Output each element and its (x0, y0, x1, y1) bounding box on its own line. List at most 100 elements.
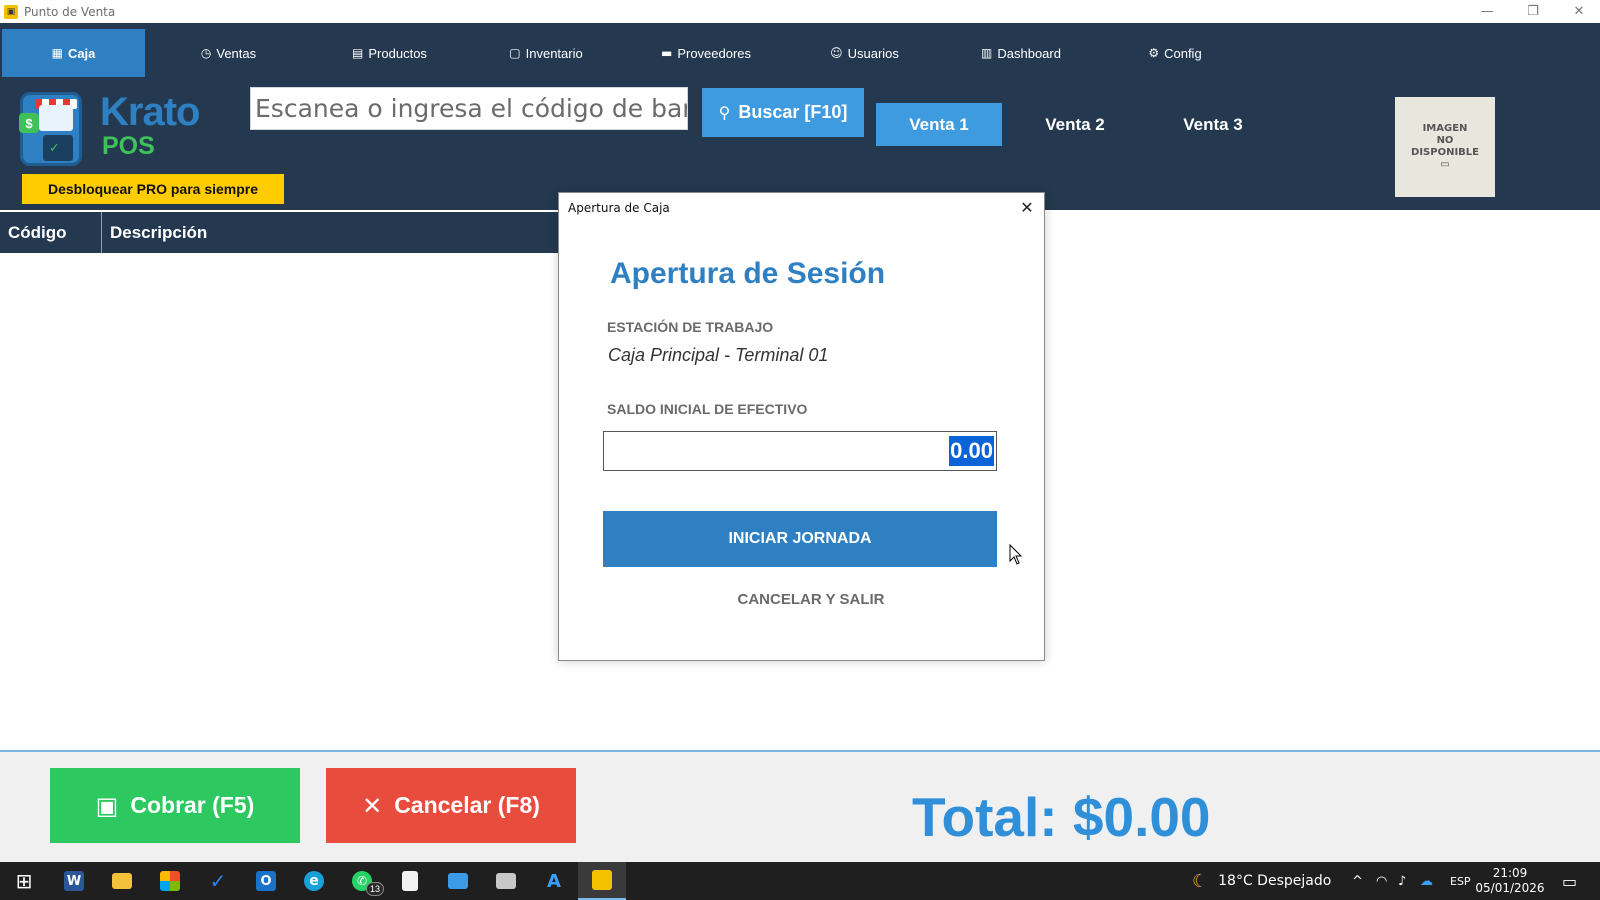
volume-button[interactable]: ♪ (1398, 862, 1406, 900)
brand-name: Krato (100, 90, 200, 134)
photos-icon (496, 873, 516, 889)
taskbar-app-punto-de-venta[interactable] (578, 862, 626, 900)
windows-taskbar: ⊞ W ✓ O e ✆ 13 A ☾ 18°C Despejado ^ ◠ ♪ … (0, 862, 1600, 900)
barcode-search-input[interactable]: Escanea o ingresa el código de bar... (250, 87, 688, 130)
cobrar-label: Cobrar (F5) (130, 792, 255, 818)
taskbar-app-azure[interactable]: A (530, 862, 578, 900)
tab-label: Productos (368, 45, 427, 61)
product-image-placeholder: IMAGEN NO DISPONIBLE ▭ (1395, 97, 1495, 197)
taskbar-app-todo[interactable]: ✓ (194, 862, 242, 900)
taskbar-app-remote-desktop[interactable] (434, 862, 482, 900)
network-button[interactable]: ◠ (1376, 862, 1387, 900)
pos-terminal-icon: $ ✓ (19, 92, 82, 166)
taskbar-app-notepad[interactable] (386, 862, 434, 900)
initial-cash-input[interactable]: 0.00 (603, 431, 997, 471)
pos-window: ▣ Punto de Venta — ❐ ✕ ▦ Caja ◷ Ventas ▤… (0, 0, 1600, 900)
file-explorer-icon (112, 873, 132, 889)
tab-dashboard[interactable]: ▥ Dashboard (942, 29, 1100, 77)
gear-icon: ⚙ (1148, 46, 1160, 60)
apertura-caja-dialog: Apertura de Caja ✕ Apertura de Sesión ES… (558, 192, 1045, 661)
restore-button[interactable]: ❐ (1510, 0, 1556, 23)
users-icon: ☺ (830, 46, 843, 60)
column-header-codigo[interactable]: Código (0, 212, 102, 253)
tab-label: Ventas (216, 45, 257, 61)
onedrive-button[interactable]: ☁ (1420, 862, 1433, 900)
taskbar-app-explorer[interactable] (98, 862, 146, 900)
station-label: ESTACIÓN DE TRABAJO (607, 319, 774, 335)
tab-label: Config (1164, 45, 1202, 61)
no-image-text: IMAGEN (1422, 123, 1468, 134)
cancelar-button[interactable]: ✕ Cancelar (F8) (326, 768, 576, 843)
cobrar-button[interactable]: ▣ Cobrar (F5) (50, 768, 300, 843)
taskbar-app-edge[interactable]: e (290, 862, 338, 900)
tab-venta-1[interactable]: Venta 1 (876, 103, 1002, 146)
close-window-button[interactable]: ✕ (1556, 0, 1600, 23)
taskbar-app-word[interactable]: W (50, 862, 98, 900)
sale-grid-header: Código Descripción (0, 212, 560, 253)
tab-label: Inventario (525, 45, 583, 61)
weather-widget[interactable]: ☾ 18°C Despejado (1192, 862, 1331, 900)
chevron-up-icon: ^ (1352, 873, 1363, 889)
tab-inventario[interactable]: ▢ Inventario (467, 29, 625, 77)
tab-ventas[interactable]: ◷ Ventas (145, 29, 312, 77)
tab-venta-2[interactable]: Venta 2 (1012, 103, 1138, 146)
cancelar-salir-button[interactable]: CANCELAR Y SALIR (603, 587, 997, 611)
cash-register-icon: ▦ (51, 46, 63, 60)
tab-config[interactable]: ⚙ Config (1100, 29, 1250, 77)
tab-venta-3[interactable]: Venta 3 (1150, 103, 1276, 146)
remote-desktop-icon (448, 873, 468, 889)
taskbar-app-store[interactable] (146, 862, 194, 900)
dialog-close-button[interactable]: ✕ (1016, 196, 1038, 218)
tab-label: Proveedores (677, 45, 752, 61)
column-header-descripcion[interactable]: Descripción (102, 212, 560, 253)
tab-label: Usuarios (847, 45, 899, 61)
notifications-button[interactable]: ▭ (1562, 862, 1577, 900)
check-icon: ✓ (49, 141, 60, 156)
edge-icon: e (304, 871, 324, 891)
tab-usuarios[interactable]: ☺ Usuarios (787, 29, 942, 77)
initial-cash-value: 0.00 (949, 436, 994, 466)
clipboard-icon: ▢ (509, 46, 521, 60)
taskbar-clock[interactable]: 21:09 05/01/2026 (1474, 866, 1546, 896)
krato-pos-logo: $ ✓ Krato POS (18, 90, 218, 170)
nav-tabs: ▦ Caja ◷ Ventas ▤ Productos ▢ Inventario… (0, 29, 1250, 77)
notification-icon: ▭ (1562, 871, 1578, 891)
azure-icon: A (547, 870, 561, 892)
tab-label: Dashboard (997, 45, 1061, 61)
stopwatch-icon: ◷ (200, 46, 212, 60)
windows-icon: ⊞ (15, 869, 33, 893)
search-button[interactable]: ⚲ Buscar [F10] (702, 88, 864, 137)
taskbar-app-outlook[interactable]: O (242, 862, 290, 900)
clock-date: 05/01/2026 (1475, 881, 1545, 895)
screen-shape (39, 105, 73, 131)
cash-label: SALDO INICIAL DE EFECTIVO (607, 401, 808, 417)
word-icon: W (64, 871, 84, 891)
volume-icon: ♪ (1398, 873, 1407, 889)
show-hidden-icons-button[interactable]: ^ (1352, 862, 1363, 900)
todo-icon: ✓ (209, 869, 227, 893)
no-image-text: DISPONIBLE (1411, 147, 1479, 158)
window-title: Punto de Venta (24, 4, 116, 19)
punto-de-venta-icon (592, 870, 612, 890)
brand-suffix: POS (102, 132, 155, 160)
minimize-button[interactable]: — (1464, 0, 1510, 23)
tab-proveedores[interactable]: ▬ Proveedores (625, 29, 787, 77)
tab-productos[interactable]: ▤ Productos (312, 29, 467, 77)
dialog-heading: Apertura de Sesión (610, 257, 886, 290)
mouse-cursor-icon (1009, 544, 1023, 565)
cancelar-label: Cancelar (F8) (394, 792, 540, 818)
bar-chart-icon: ▥ (981, 46, 993, 60)
search-icon: ⚲ (718, 103, 731, 122)
box-icon: ▤ (352, 46, 364, 60)
taskbar-app-whatsapp[interactable]: ✆ 13 (338, 862, 386, 900)
dollar-icon: $ (19, 113, 39, 133)
tab-caja[interactable]: ▦ Caja (2, 29, 145, 77)
iniciar-jornada-button[interactable]: INICIAR JORNADA (603, 511, 997, 567)
taskbar-app-photos[interactable] (482, 862, 530, 900)
truck-icon: ▬ (660, 46, 673, 60)
language-indicator[interactable]: ESP (1450, 862, 1471, 900)
weather-text: 18°C Despejado (1218, 873, 1332, 889)
notification-count-badge: 13 (366, 882, 384, 896)
start-button[interactable]: ⊞ (0, 862, 48, 900)
unlock-pro-button[interactable]: Desbloquear PRO para siempre (22, 174, 284, 204)
